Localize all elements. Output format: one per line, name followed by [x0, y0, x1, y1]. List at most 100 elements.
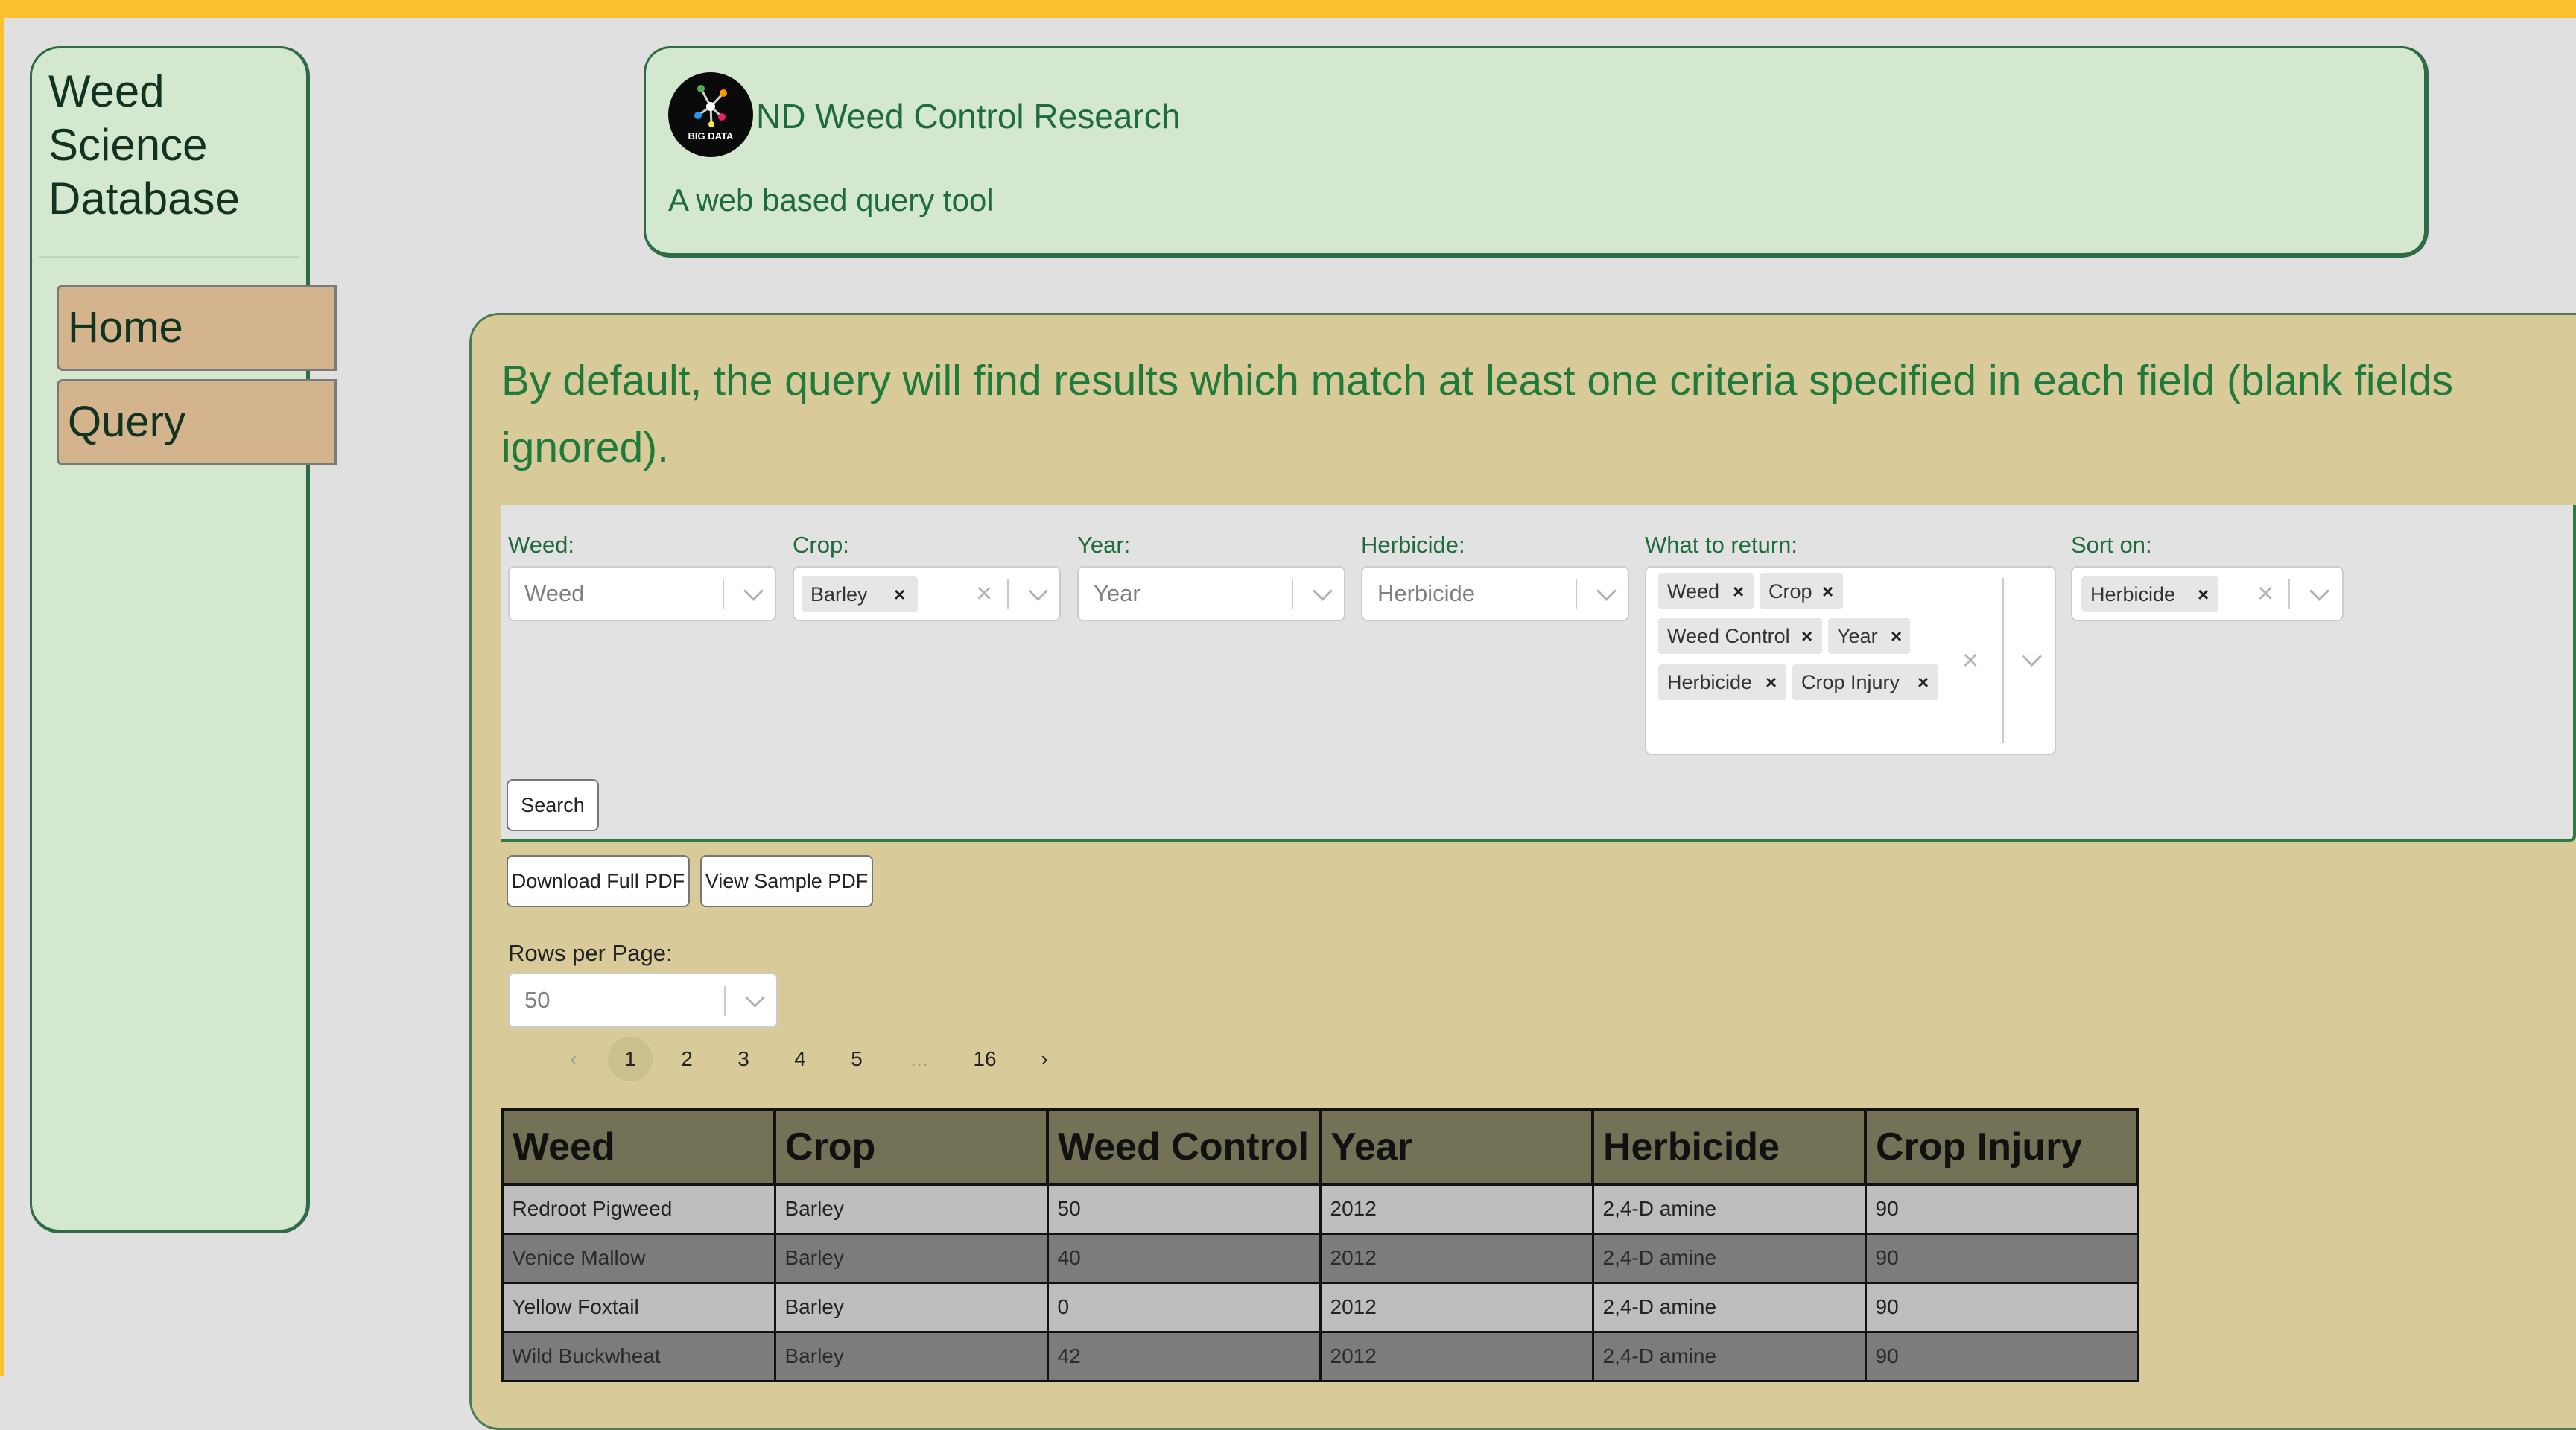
network-icon — [694, 85, 727, 127]
select-separator — [723, 579, 724, 609]
weed-label: Weed: — [508, 532, 575, 558]
return-chip: Herbicide × — [1658, 664, 1786, 700]
sort-on-label: Sort on: — [2071, 532, 2152, 558]
chip-remove-icon[interactable]: × — [1733, 573, 1744, 609]
clear-icon[interactable]: × — [976, 579, 992, 608]
herbicide-select[interactable]: Herbicide — [1361, 566, 1629, 621]
nav-query-button[interactable]: Query — [57, 379, 337, 465]
select-separator — [1292, 579, 1293, 609]
nav-home-button[interactable]: Home — [57, 285, 337, 371]
table-cell: 2012 — [1319, 1183, 1594, 1235]
rows-per-page-value: 50 — [524, 987, 551, 1013]
chip-remove-icon[interactable]: × — [2198, 576, 2209, 612]
what-to-return-label: What to return: — [1645, 532, 1798, 558]
table-cell: Venice Mallow — [501, 1232, 776, 1284]
crop-select[interactable]: Barley × × — [793, 566, 1061, 621]
chip-remove-icon[interactable]: × — [894, 576, 905, 612]
crop-label: Crop: — [793, 532, 849, 558]
table-cell: 40 — [1046, 1232, 1322, 1284]
table-cell: 50 — [1046, 1183, 1322, 1235]
site-subtitle: A web based query tool — [668, 182, 994, 217]
select-separator — [1576, 579, 1577, 609]
chevron-down-icon[interactable] — [743, 581, 764, 601]
sidebar-title-line: Weed — [48, 66, 165, 116]
table-row: Wild Buckwheat Barley 42 2012 2,4-D amin… — [501, 1330, 2139, 1382]
chip-label: Weed Control — [1667, 625, 1790, 647]
table-cell: Barley — [773, 1281, 1049, 1333]
header-card: BIG DATA ND Weed Control Research A web … — [644, 46, 2429, 258]
column-header-crop-injury[interactable]: Crop Injury — [1864, 1108, 2139, 1186]
column-header-crop[interactable]: Crop — [773, 1108, 1049, 1186]
download-full-pdf-button[interactable]: Download Full PDF — [507, 855, 690, 907]
left-accent-bar — [0, 0, 4, 1376]
table-cell: 2,4-D amine — [1591, 1330, 1867, 1382]
chip-remove-icon[interactable]: × — [1917, 664, 1929, 700]
select-separator — [724, 986, 726, 1016]
table-cell: 2,4-D amine — [1591, 1183, 1867, 1235]
results-table: Weed Crop Weed Control Year Herbicide Cr… — [501, 1108, 2139, 1382]
table-row: Redroot Pigweed Barley 50 2012 2,4-D ami… — [501, 1183, 2139, 1235]
table-row: Venice Mallow Barley 40 2012 2,4-D amine… — [501, 1232, 2139, 1284]
chevron-down-icon[interactable] — [1596, 581, 1617, 601]
column-header-herbicide[interactable]: Herbicide — [1591, 1108, 1867, 1186]
table-cell: 2,4-D amine — [1591, 1281, 1867, 1333]
chip-remove-icon[interactable]: × — [1891, 618, 1902, 654]
chip-remove-icon[interactable]: × — [1766, 664, 1777, 700]
clear-icon[interactable]: × — [1962, 646, 1979, 675]
return-chip: Crop × — [1760, 573, 1843, 609]
chip-remove-icon[interactable]: × — [1822, 573, 1833, 609]
chip-label: Barley — [810, 583, 868, 606]
table-cell: Barley — [773, 1232, 1049, 1284]
chevron-down-icon[interactable] — [745, 988, 765, 1008]
pagination-ellipsis: ... — [910, 1047, 928, 1070]
sidebar-title-line: Science — [48, 120, 208, 170]
return-chip: Weed Control × — [1658, 618, 1822, 654]
what-to-return-select[interactable]: Weed × Crop × Weed Control × Year × Herb… — [1645, 566, 2056, 755]
table-cell: 90 — [1864, 1183, 2139, 1235]
sidebar-title: Weed Science Database — [48, 65, 287, 226]
pagination-page[interactable]: 1 — [608, 1037, 653, 1081]
pagination-page[interactable]: 2 — [664, 1037, 709, 1081]
chip-label: Year — [1837, 625, 1878, 647]
column-header-year[interactable]: Year — [1319, 1108, 1594, 1186]
clear-icon[interactable]: × — [2257, 579, 2274, 608]
pagination-next[interactable]: › — [1022, 1037, 1067, 1081]
pagination-page[interactable]: 5 — [834, 1037, 879, 1081]
rows-per-page-select[interactable]: 50 — [508, 973, 778, 1028]
table-header-row: Weed Crop Weed Control Year Herbicide Cr… — [501, 1108, 2139, 1186]
table-cell: 42 — [1046, 1330, 1322, 1382]
column-header-weed[interactable]: Weed — [501, 1108, 776, 1186]
weed-select[interactable]: Weed — [508, 566, 776, 621]
table-cell: Barley — [773, 1330, 1049, 1382]
year-select[interactable]: Year — [1077, 566, 1345, 621]
chip-label: Herbicide — [2090, 583, 2176, 606]
return-chip: Year × — [1828, 618, 1910, 654]
search-button[interactable]: Search — [507, 779, 599, 831]
chip-label: Weed — [1667, 580, 1720, 603]
logo-text: BIG DATA — [688, 130, 734, 142]
pagination-page[interactable]: 4 — [778, 1037, 822, 1081]
chevron-down-icon[interactable] — [2022, 646, 2042, 667]
view-sample-pdf-button[interactable]: View Sample PDF — [700, 855, 873, 907]
table-cell: 90 — [1864, 1232, 2139, 1284]
pagination-page[interactable]: 3 — [721, 1037, 766, 1081]
table-cell: 2012 — [1319, 1232, 1594, 1284]
year-label: Year: — [1077, 532, 1131, 558]
chevron-down-icon[interactable] — [2309, 581, 2329, 601]
chevron-down-icon[interactable] — [1313, 581, 1333, 601]
filter-panel: Weed: Weed Crop: Barley × × Year: Year H… — [501, 505, 2576, 842]
weed-placeholder: Weed — [524, 580, 585, 606]
return-chip: Crop Injury × — [1792, 664, 1938, 700]
pagination-prev[interactable]: ‹ — [551, 1037, 596, 1081]
chip-label: Crop Injury — [1801, 671, 1900, 693]
site-title: ND Weed Control Research — [756, 97, 1181, 136]
pagination-page[interactable]: 16 — [962, 1037, 1007, 1081]
chevron-down-icon[interactable] — [1028, 581, 1048, 601]
sidebar-divider — [39, 256, 299, 258]
column-header-weed-control[interactable]: Weed Control — [1046, 1108, 1322, 1186]
chip-remove-icon[interactable]: × — [1801, 618, 1812, 654]
table-cell: Wild Buckwheat — [501, 1330, 776, 1382]
table-cell: Redroot Pigweed — [501, 1183, 776, 1235]
chip-label: Crop — [1768, 580, 1812, 603]
sort-on-select[interactable]: Herbicide × × — [2071, 566, 2344, 621]
